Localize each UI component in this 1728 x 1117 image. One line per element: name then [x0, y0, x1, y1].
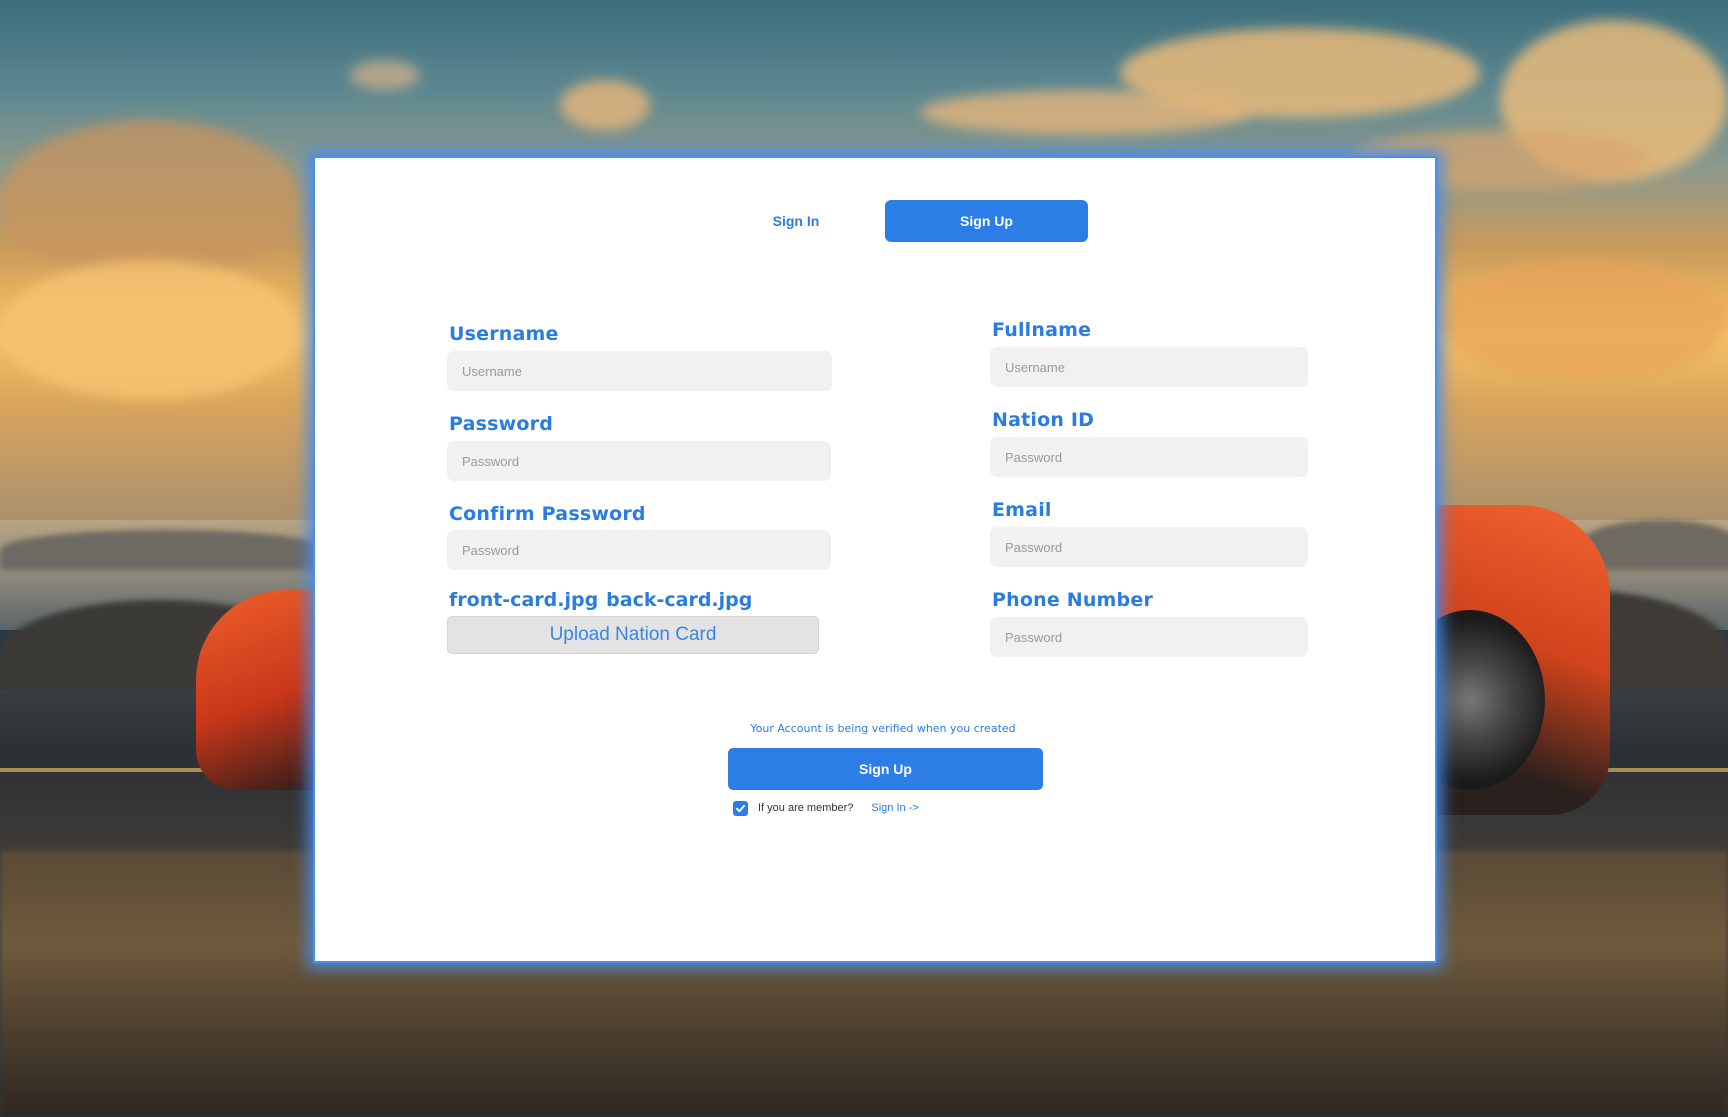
- tab-sign-in[interactable]: Sign In: [726, 200, 866, 242]
- fullname-input[interactable]: [990, 347, 1308, 387]
- username-label: Username: [449, 323, 559, 345]
- file-name-back: back-card.jpg: [606, 589, 753, 611]
- email-label: Email: [992, 499, 1052, 521]
- signup-card: Sign In Sign Up Username Password Confir…: [313, 156, 1437, 963]
- cloud: [0, 260, 300, 400]
- cloud: [350, 60, 420, 90]
- member-checkbox[interactable]: [733, 800, 748, 816]
- username-input[interactable]: [447, 351, 832, 391]
- tab-sign-up[interactable]: Sign Up: [885, 200, 1088, 242]
- cloud: [920, 90, 1250, 135]
- nation-id-input[interactable]: [990, 437, 1308, 477]
- email-input[interactable]: [990, 527, 1308, 567]
- password-label: Password: [449, 413, 554, 435]
- nation-id-label: Nation ID: [992, 409, 1095, 431]
- sign-up-submit-button[interactable]: Sign Up: [728, 748, 1043, 790]
- sign-in-link[interactable]: Sign In ->: [871, 802, 918, 814]
- upload-nation-card-button[interactable]: Upload Nation Card: [447, 616, 819, 654]
- member-question: If you are member?: [758, 802, 854, 814]
- uploaded-files: front-card.jpg back-card.jpg: [449, 589, 752, 611]
- cloud: [560, 80, 650, 130]
- file-name-front: front-card.jpg: [449, 589, 599, 611]
- check-icon: [735, 804, 746, 812]
- password-input[interactable]: [447, 441, 831, 481]
- phone-number-label: Phone Number: [992, 589, 1154, 611]
- confirm-password-label: Confirm Password: [449, 503, 646, 525]
- auth-tabs: Sign In Sign Up: [315, 200, 1435, 242]
- cloud: [0, 120, 300, 280]
- verification-note: Your Account is being verified when you …: [750, 722, 1016, 735]
- hill: [0, 530, 330, 570]
- phone-number-input[interactable]: [990, 617, 1308, 657]
- confirm-password-input[interactable]: [447, 530, 831, 570]
- cloud: [1440, 260, 1728, 380]
- member-row: If you are member? Sign In ->: [733, 799, 919, 817]
- fullname-label: Fullname: [992, 319, 1092, 341]
